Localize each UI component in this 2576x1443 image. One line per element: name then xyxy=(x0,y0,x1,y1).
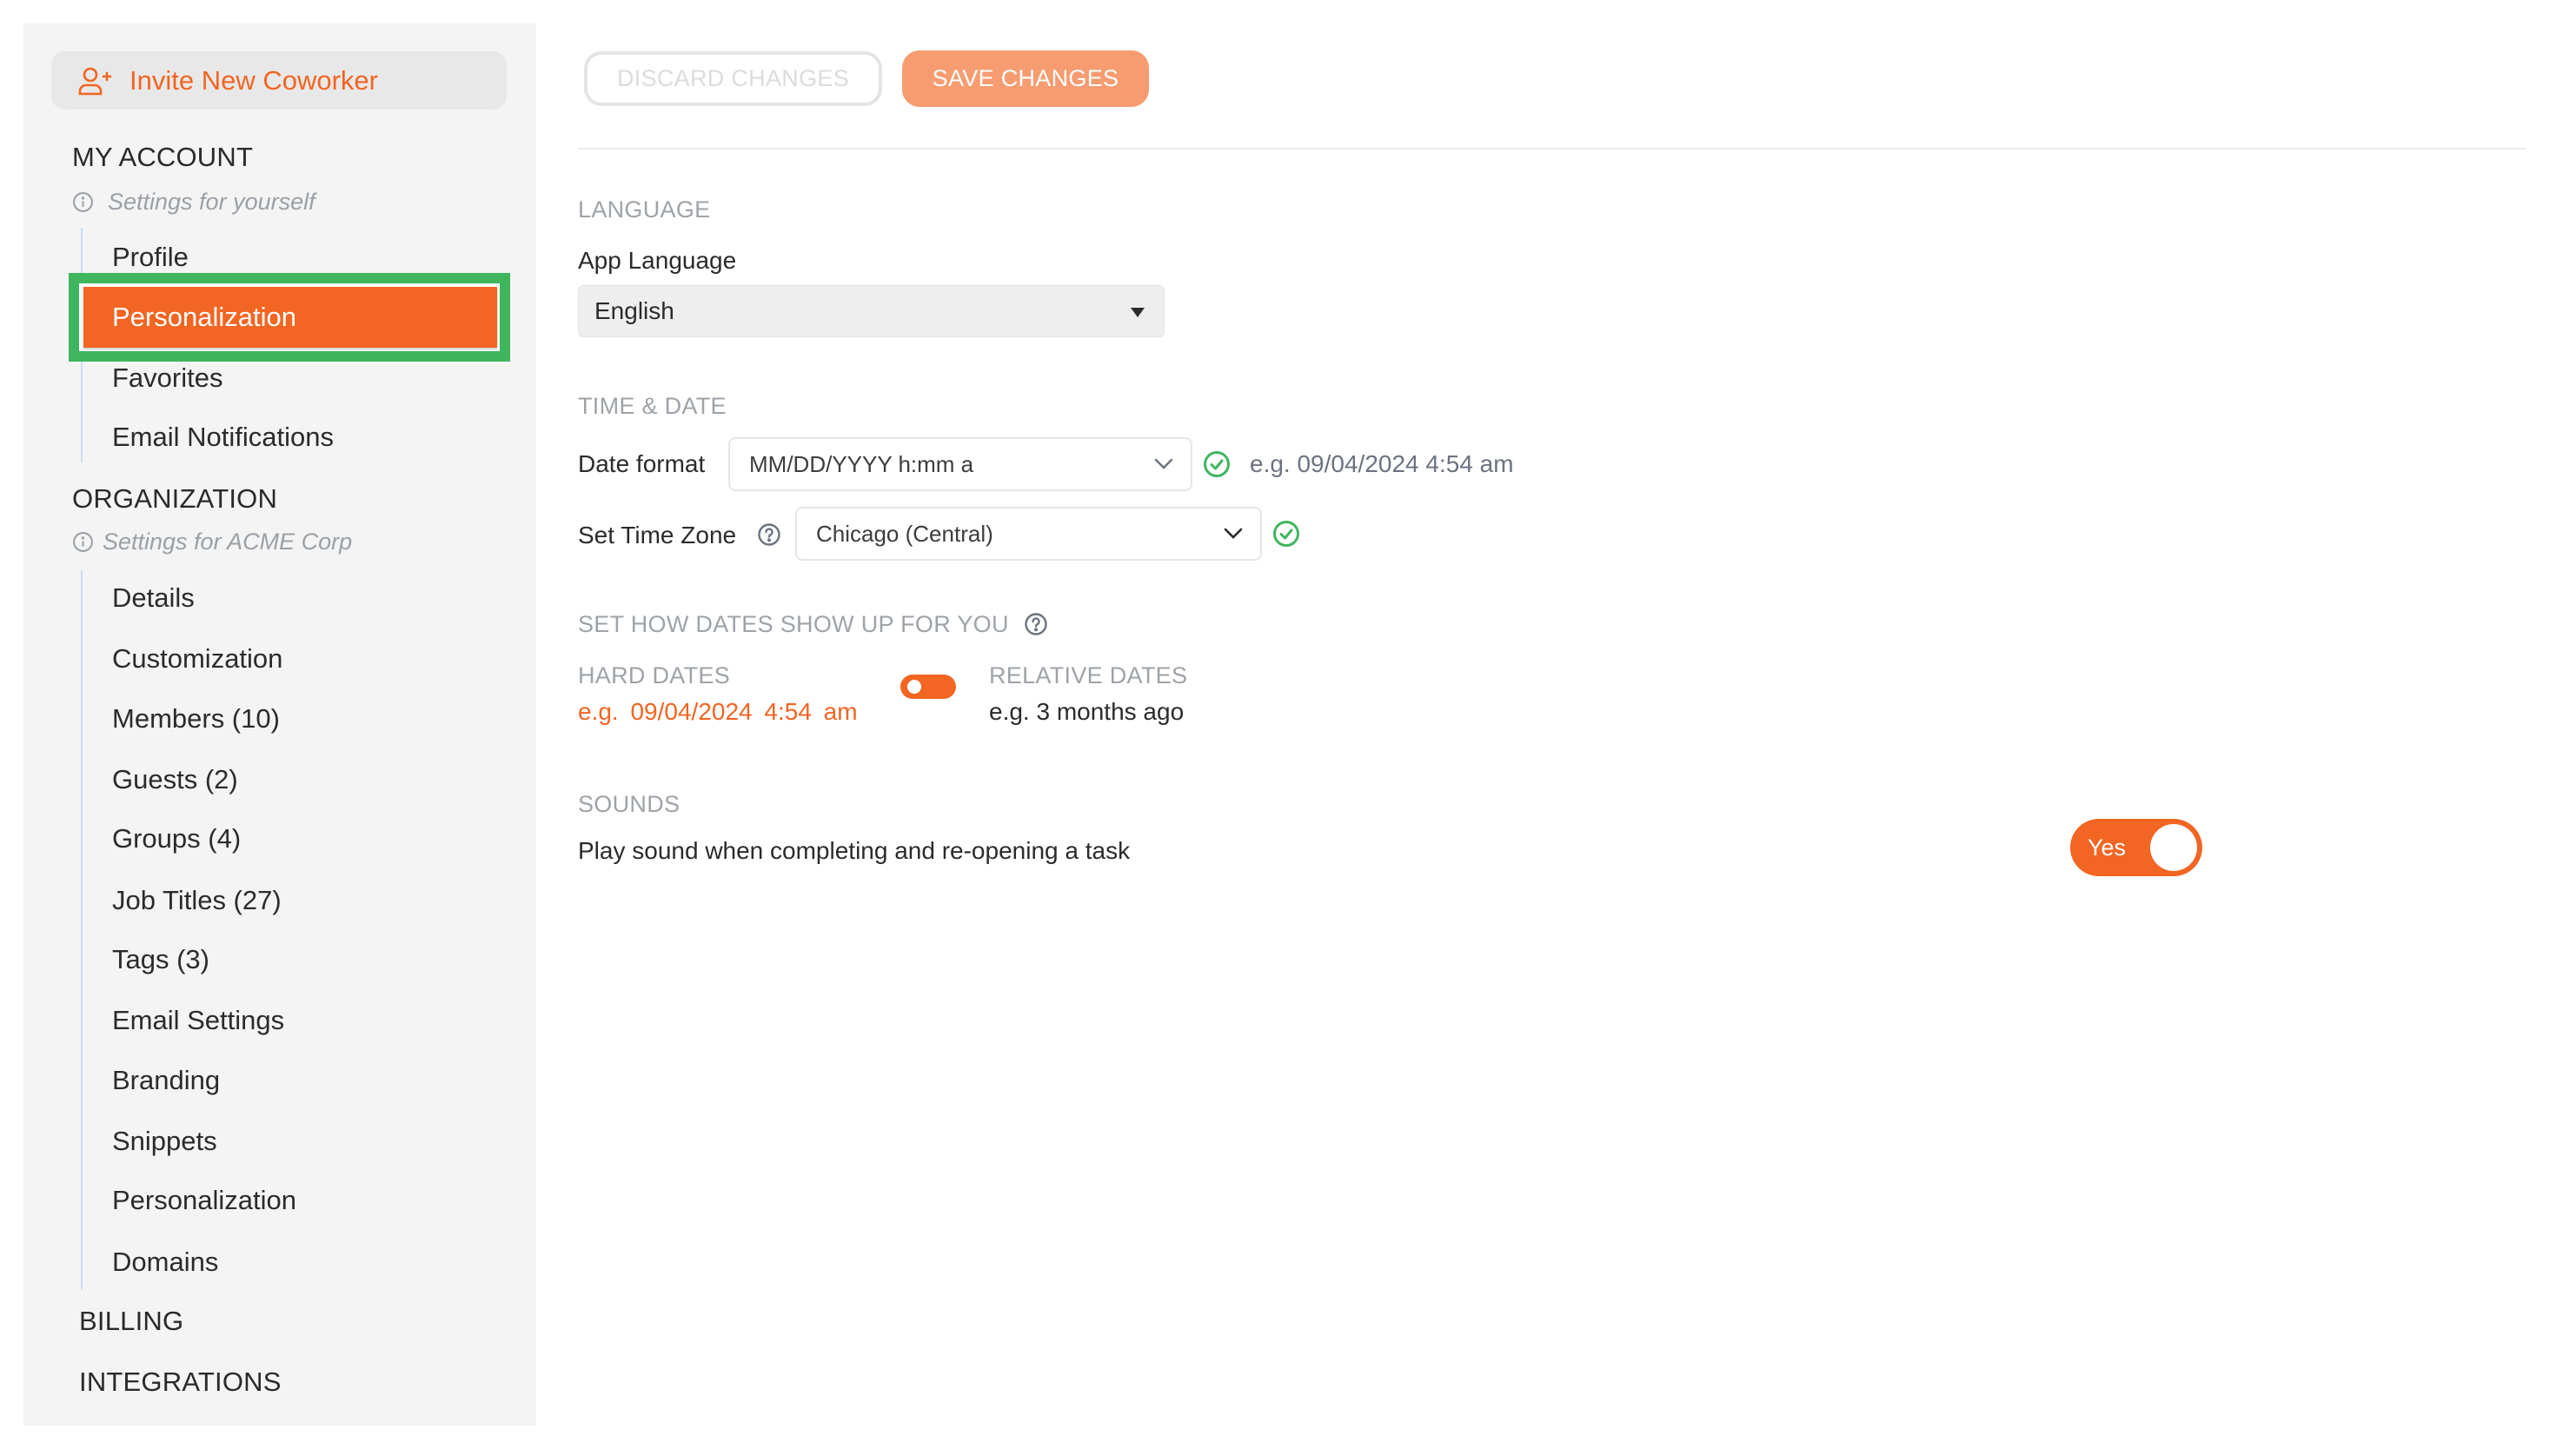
check-circle-icon xyxy=(1273,521,1299,547)
help-icon[interactable] xyxy=(757,522,781,547)
invite-button-label: Invite New Coworker xyxy=(129,64,378,96)
help-icon[interactable] xyxy=(1024,612,1048,636)
sidebar-item-org-personalization[interactable]: Personalization xyxy=(112,1183,296,1218)
caret-down-icon xyxy=(1131,308,1145,317)
my-account-heading[interactable]: MY ACCOUNT xyxy=(72,142,253,173)
sidebar-item-branding[interactable]: Branding xyxy=(112,1063,220,1098)
time-zone-label: Set Time Zone xyxy=(578,522,737,549)
date-display-section-heading: SET HOW DATES SHOW UP FOR YOU xyxy=(578,611,1009,637)
date-format-example: e.g. 09/04/2024 4:54 am xyxy=(1250,450,1514,477)
relative-dates-label: RELATIVE DATES xyxy=(989,662,1188,688)
sidebar-item-personalization[interactable]: Personalization xyxy=(83,287,497,348)
info-icon xyxy=(73,532,93,552)
play-sound-label: Play sound when completing and re-openin… xyxy=(578,837,1131,864)
date-format-select[interactable]: MM/DD/YYYY h:mm a xyxy=(728,437,1192,491)
time-date-section-heading: TIME & DATE xyxy=(578,393,727,419)
sidebar-item-tags[interactable]: Tags (3) xyxy=(112,942,209,977)
save-changes-button[interactable]: SAVE CHANGES xyxy=(902,50,1149,107)
app-language-select[interactable]: English xyxy=(578,285,1165,337)
toggle-state-label: Yes xyxy=(2088,835,2127,861)
time-zone-select[interactable]: Chicago (Central) xyxy=(795,507,1262,561)
invite-new-coworker-button[interactable]: Invite New Coworker xyxy=(51,51,507,110)
sidebar-item-details[interactable]: Details xyxy=(112,581,195,615)
date-mode-toggle[interactable] xyxy=(900,675,956,699)
discard-changes-button[interactable]: DISCARD CHANGES xyxy=(584,51,882,106)
my-account-subtitle: Settings for yourself xyxy=(72,189,315,216)
app-language-label: App Language xyxy=(578,247,737,274)
sidebar-item-members[interactable]: Members (10) xyxy=(112,702,280,736)
user-plus-icon xyxy=(78,67,112,95)
chevron-down-icon xyxy=(1154,458,1173,469)
sidebar-item-email-notifications[interactable]: Email Notifications xyxy=(112,420,334,455)
play-sound-toggle[interactable]: Yes xyxy=(2070,819,2202,876)
sidebar-item-snippets[interactable]: Snippets xyxy=(112,1124,217,1159)
hard-dates-example: e.g. 09/04/2024 4:54 am xyxy=(578,698,858,725)
sidebar-item-domains[interactable]: Domains xyxy=(112,1245,218,1280)
relative-dates-example: e.g. 3 months ago xyxy=(989,698,1185,725)
sidebar-item-customization[interactable]: Customization xyxy=(112,642,282,676)
sidebar-item-job-titles[interactable]: Job Titles (27) xyxy=(112,883,282,918)
check-circle-icon xyxy=(1204,451,1230,477)
billing-heading[interactable]: BILLING xyxy=(79,1306,183,1337)
sidebar-item-email-settings[interactable]: Email Settings xyxy=(112,1003,284,1038)
toggle-knob xyxy=(907,680,921,694)
toggle-knob xyxy=(2150,824,2197,871)
info-icon xyxy=(73,192,93,212)
organization-heading[interactable]: ORGANIZATION xyxy=(72,483,277,515)
toolbar-divider xyxy=(578,148,2526,150)
sidebar-item-favorites[interactable]: Favorites xyxy=(112,361,222,396)
sounds-section-heading: SOUNDS xyxy=(578,791,681,817)
language-section-heading: LANGUAGE xyxy=(578,196,711,223)
integrations-heading[interactable]: INTEGRATIONS xyxy=(79,1367,282,1398)
organization-tree-line xyxy=(81,570,83,1290)
sidebar-item-guests[interactable]: Guests (2) xyxy=(112,762,238,797)
organization-subtitle: Settings for ACME Corp xyxy=(72,529,352,555)
sidebar-item-profile[interactable]: Profile xyxy=(112,240,189,275)
sidebar-item-groups[interactable]: Groups (4) xyxy=(112,821,241,856)
chevron-down-icon xyxy=(1224,528,1243,539)
date-format-label: Date format xyxy=(578,450,706,477)
hard-dates-label: HARD DATES xyxy=(578,662,731,688)
